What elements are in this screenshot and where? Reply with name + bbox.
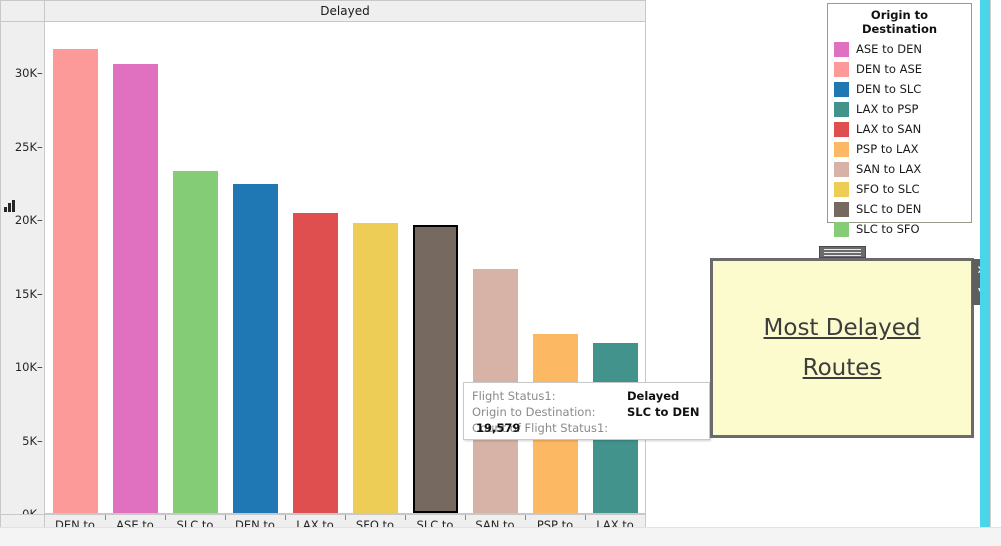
legend-item[interactable]: ASE to DEN — [834, 39, 965, 59]
legend[interactable]: Origin to Destination ASE to DEN DEN to A… — [827, 3, 972, 237]
sort-bars-icon[interactable] — [4, 200, 17, 212]
horizontal-scrollbar-track[interactable] — [0, 527, 1001, 546]
plot-area[interactable] — [44, 22, 646, 514]
legend-title: Origin to Destination — [861, 8, 938, 36]
bar-slot[interactable] — [345, 22, 405, 513]
y-axis-tick: 30K– — [14, 66, 43, 81]
drag-handle-icon[interactable] — [819, 246, 866, 258]
tooltip-value: 19,579 — [476, 421, 521, 435]
legend-swatch-icon — [834, 121, 849, 137]
legend-swatch-icon — [834, 181, 849, 197]
y-axis-tick: 15K– — [14, 286, 43, 301]
bar-slot[interactable] — [285, 22, 345, 513]
visualization-window: Delayed 30K–25K–20K–15K–10K–5K–0K– Count… — [0, 0, 1001, 546]
legend-items: ASE to DEN DEN to ASE DEN to SLC LAX to PSP… — [834, 39, 965, 239]
legend-item[interactable]: SLC to DEN — [834, 199, 965, 219]
annotation-box[interactable]: Most Delayed Routes — [710, 258, 974, 438]
y-axis-tick: 5K– — [22, 433, 43, 448]
tooltip-key: Flight Status1: — [472, 389, 556, 403]
legend-swatch-icon — [834, 221, 849, 237]
tooltip-row: Flight Status1: Delayed — [472, 388, 701, 404]
legend-item-label: ASE to DEN — [856, 42, 923, 56]
header-corner-cell — [0, 0, 44, 22]
legend-swatch-icon — [834, 81, 849, 97]
legend-item[interactable]: DEN to SLC — [834, 79, 965, 99]
legend-item[interactable]: LAX to SAN — [834, 119, 965, 139]
y-axis[interactable]: 30K–25K–20K–15K–10K–5K–0K– Count of Flig… — [0, 22, 62, 521]
bar-ase-to-den[interactable] — [112, 63, 158, 513]
legend-item[interactable]: SAN to LAX — [834, 159, 965, 179]
bar-slot[interactable] — [165, 22, 225, 513]
tooltip-row: Origin to Destination: SLC to DEN — [472, 404, 701, 420]
legend-item-label: SAN to LAX — [856, 162, 922, 176]
legend-swatch-icon — [834, 61, 849, 77]
bar-slc-to-sfo[interactable] — [172, 170, 218, 513]
legend-item-label: DEN to ASE — [856, 62, 923, 76]
right-outer-margin — [990, 0, 1001, 527]
bar-den-to-ase[interactable] — [52, 48, 98, 513]
legend-item[interactable]: SLC to SFO — [834, 219, 965, 239]
column-header-row: Delayed — [0, 0, 646, 22]
tooltip: Flight Status1: Delayed Origin to Destin… — [463, 382, 710, 440]
legend-item[interactable]: DEN to ASE — [834, 59, 965, 79]
column-header-delayed[interactable]: Delayed — [44, 0, 646, 22]
legend-item-label: SLC to DEN — [856, 202, 922, 216]
legend-swatch-icon — [834, 41, 849, 57]
bar-slot[interactable] — [45, 22, 105, 513]
tooltip-value: SLC to DEN — [627, 405, 700, 419]
bar-slot[interactable] — [105, 22, 165, 513]
legend-item-label: LAX to SAN — [856, 122, 922, 136]
y-axis-tick: 10K– — [14, 360, 43, 375]
annotation-text: Most Delayed Routes — [763, 315, 921, 381]
bar-sfo-to-slc[interactable] — [352, 222, 398, 513]
bar-slc-to-den[interactable] — [412, 225, 458, 513]
legend-item-label: SFO to SLC — [856, 182, 920, 196]
legend-item-label: SLC to SFO — [856, 222, 920, 236]
tooltip-key: Origin to Destination: — [472, 405, 596, 419]
y-axis-tick: 20K– — [14, 213, 43, 228]
legend-swatch-icon — [834, 101, 849, 117]
legend-swatch-icon — [834, 161, 849, 177]
bar-lax-to-san[interactable] — [292, 213, 338, 513]
legend-item-label: DEN to SLC — [856, 82, 922, 96]
chart-panel: Delayed 30K–25K–20K–15K–10K–5K–0K– Count… — [0, 0, 646, 536]
legend-swatch-icon — [834, 201, 849, 217]
bar-slot[interactable] — [225, 22, 285, 513]
y-axis-tick: 25K– — [14, 139, 43, 154]
legend-item[interactable]: SFO to SLC — [834, 179, 965, 199]
right-edge-strip — [980, 0, 990, 527]
bar-slot[interactable] — [405, 22, 465, 513]
legend-item[interactable]: LAX to PSP — [834, 99, 965, 119]
legend-item-label: PSP to LAX — [856, 142, 919, 156]
legend-item[interactable]: PSP to LAX — [834, 139, 965, 159]
tooltip-value: Delayed — [627, 389, 680, 403]
legend-item-label: LAX to PSP — [856, 102, 919, 116]
bar-den-to-slc[interactable] — [232, 184, 278, 513]
tooltip-row: Count of Flight Status1: 19,579 — [472, 421, 609, 435]
legend-swatch-icon — [834, 141, 849, 157]
